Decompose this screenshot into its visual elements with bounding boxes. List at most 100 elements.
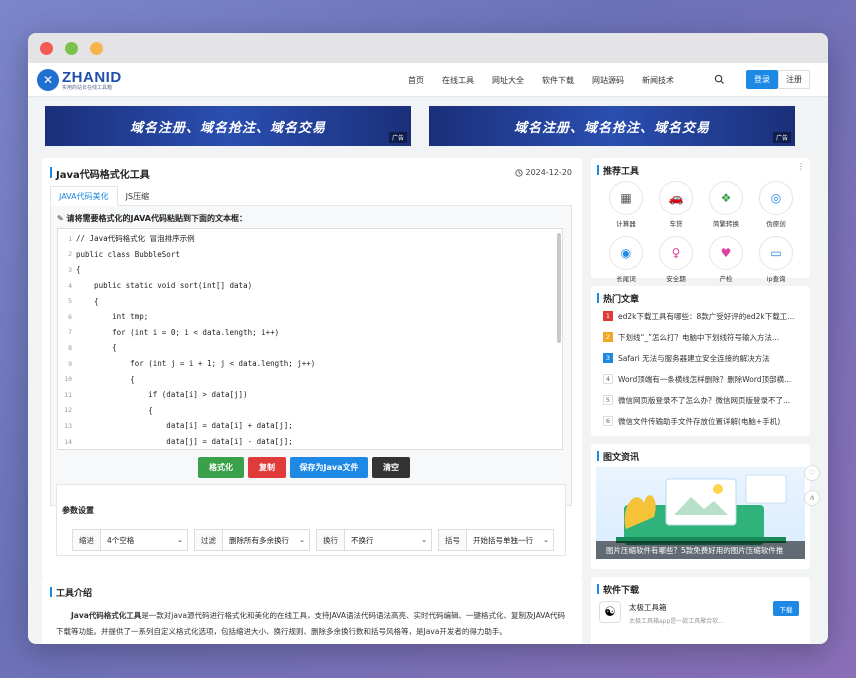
copy-button[interactable]: 复制 (248, 457, 286, 478)
line-number: 9 (68, 359, 72, 368)
filter-select[interactable]: 过滤 删除所有多余换行 ⌄ (194, 529, 310, 551)
more-icon[interactable]: ⋮ (797, 162, 805, 171)
tool-item[interactable]: 🚗 车贷 (651, 181, 701, 228)
tool-icon: ❖ (709, 181, 743, 215)
picture-news-panel: 图文资讯 图片压缩软件有哪些？5款免费好用的图片压缩软件推 (591, 444, 810, 569)
code-editor[interactable]: 1 // Java代码格式化 冒泡排序示例 2 public class Bubble… (57, 228, 563, 450)
ad-label: 广告 (772, 132, 791, 143)
article-title: Safari 无法与服务器建立安全连接的解决方法 (618, 353, 770, 363)
nav-item-directory[interactable]: 网址大全 (492, 75, 524, 86)
params-title: 参数设置 (62, 506, 94, 515)
page-title: Java代码格式化工具 (50, 166, 150, 181)
software-item[interactable]: ☯ 太极工具箱 太极工具箱app是一款工具聚合软... (599, 601, 724, 625)
rank-badge: 6 (603, 416, 613, 426)
indent-select[interactable]: 缩进 4个空格 ⌄ (72, 529, 188, 551)
bracket-select[interactable]: 括号 开始括号单独一行 ⌄ (438, 529, 554, 551)
tool-item[interactable]: ◎ 伪原创 (751, 181, 801, 228)
tab-content: ✎ 请将需要格式化的JAVA代码粘贴到下面的文本框： 1 // Java代码格式化… (50, 206, 572, 506)
tool-label: 产检 (719, 275, 733, 283)
code-line: 5 { (58, 293, 99, 309)
select-value: 开始括号单独一行 (473, 535, 533, 545)
tool-item[interactable]: ◉ 长尾词 (601, 236, 651, 283)
news-image[interactable]: 图片压缩软件有哪些？5款免费好用的图片压缩软件推 (596, 467, 805, 559)
tool-label: 计算器 (616, 220, 636, 228)
format-button[interactable]: 格式化 (198, 457, 244, 478)
select-label: 过滤 (195, 530, 223, 550)
rank-badge: 2 (603, 332, 613, 342)
hot-article-item[interactable]: 5 微信网页版登录不了怎么办？微信网页版登录不了... (603, 393, 803, 407)
line-number: 11 (64, 390, 72, 399)
code-text: int tmp; (76, 312, 149, 322)
linebreak-select[interactable]: 换行 不换行 ⌄ (316, 529, 432, 551)
tool-item[interactable]: ♀ 安全期 (651, 236, 701, 283)
hot-article-item[interactable]: 4 Word顶端有一条横线怎样删除？删除Word顶部横... (603, 372, 803, 386)
tool-item[interactable]: ❖ 简繁转换 (701, 181, 751, 228)
hot-article-item[interactable]: 2 下划线“_”怎么打？电脑中下划线符号输入方法... (603, 330, 803, 344)
site-logo[interactable]: ✕ ZHANID 实用的站长在线工具箱 (37, 69, 122, 91)
select-value: 删除所有多余换行 (229, 535, 289, 545)
intro-text: Java代码格式化工具是一款对java源代码进行格式化和美化的在线工具，支持JA… (56, 608, 570, 640)
chevron-down-icon: ⌄ (421, 536, 427, 544)
ad-banner-left[interactable]: 域名注册、域名抢注、域名交易 广告 (45, 106, 411, 146)
intro-strong: Java代码格式化工具 (71, 611, 142, 620)
code-text: data[j] = data[i] - data[j]; (76, 437, 293, 447)
tool-panel: Java代码格式化工具 2024-12-20 JAVA代码美化 JS压缩 ✎ 请… (42, 158, 582, 578)
like-icon[interactable]: ♡ (804, 465, 820, 481)
close-window-button[interactable] (40, 41, 53, 55)
code-text: public static void sort(int[] data) (76, 281, 253, 291)
tool-label: 简繁转换 (713, 220, 739, 228)
browser-window: ✕ ZHANID 实用的站长在线工具箱 首页 在线工具 网址大全 软件下载 网站… (28, 33, 828, 644)
hot-articles-panel: 热门文章 1 ed2k下载工具有哪些：8款广受好评的ed2k下载工... 2 下划线“… (591, 286, 810, 436)
picture-news-title: 图文资讯 (596, 450, 639, 463)
download-button[interactable]: 下载 (773, 601, 799, 616)
clear-button[interactable]: 清空 (372, 457, 410, 478)
code-line: 3{ (58, 262, 80, 278)
login-button[interactable]: 登录 (746, 70, 778, 89)
nav-item-software[interactable]: 软件下载 (542, 75, 574, 86)
code-line: 11 if (data[i] > data[j]) (58, 387, 247, 403)
editor-scrollbar[interactable] (557, 233, 561, 343)
article-title: ed2k下载工具有哪些：8款广受好评的ed2k下载工... (618, 311, 795, 321)
code-text: for (int i = 0; i < data.length; i++) (76, 327, 280, 337)
tab-java-beautify[interactable]: JAVA代码美化 (50, 186, 118, 206)
taiji-icon: ☯ (599, 601, 621, 623)
maximize-window-button[interactable] (90, 41, 103, 55)
search-icon[interactable] (714, 74, 725, 85)
instruction-text: 请将需要格式化的JAVA代码粘贴到下面的文本框： (66, 214, 247, 223)
article-title: 微信网页版登录不了怎么办？微信网页版登录不了... (618, 395, 791, 405)
tool-item[interactable]: ♥ 产检 (701, 236, 751, 283)
nav-item-news[interactable]: 新闻技术 (642, 75, 674, 86)
news-caption[interactable]: 图片压缩软件有哪些？5款免费好用的图片压缩软件推 (596, 541, 805, 559)
register-button[interactable]: 注册 (778, 70, 810, 89)
save-java-file-button[interactable]: 保存为Java文件 (290, 457, 368, 478)
code-line: 10 { (58, 371, 135, 387)
top-navigation: ✕ ZHANID 实用的站长在线工具箱 首页 在线工具 网址大全 软件下载 网站… (28, 63, 828, 97)
hot-article-item[interactable]: 6 微信文件传输助手文件存放位置详解(电脑+手机) (603, 414, 803, 428)
line-number: 4 (68, 281, 72, 290)
action-buttons: 格式化 复制 保存为Java文件 清空 (198, 457, 410, 478)
nav-item-online-tools[interactable]: 在线工具 (442, 75, 474, 86)
nav-item-home[interactable]: 首页 (408, 75, 424, 86)
ad-banner-right[interactable]: 域名注册、域名抢注、域名交易 广告 (429, 106, 795, 146)
code-line: 7 for (int i = 0; i < data.length; i++) (58, 325, 279, 341)
clock-icon (514, 168, 523, 177)
code-line: 4 public static void sort(int[] data) (58, 278, 252, 294)
intro-title: 工具介绍 (49, 586, 92, 599)
tool-item[interactable]: ▭ ip查询 (751, 236, 801, 283)
hot-articles-title: 热门文章 (596, 292, 639, 305)
code-text: { (76, 374, 135, 384)
share-icon[interactable]: ⋔ (804, 490, 820, 506)
line-number: 12 (64, 406, 72, 415)
software-name: 太极工具箱 (629, 603, 667, 612)
minimize-window-button[interactable] (65, 41, 78, 55)
tool-icon: ♀ (659, 236, 693, 270)
chevron-down-icon: ⌄ (177, 536, 183, 544)
hot-article-item[interactable]: 3 Safari 无法与服务器建立安全连接的解决方法 (603, 351, 803, 365)
rank-badge: 1 (603, 311, 613, 321)
tab-js-compress[interactable]: JS压缩 (118, 186, 157, 206)
article-title: Word顶端有一条横线怎样删除？删除Word顶部横... (618, 374, 792, 384)
hot-article-item[interactable]: 1 ed2k下载工具有哪些：8款广受好评的ed2k下载工... (603, 309, 803, 323)
tool-icon: ▭ (759, 236, 793, 270)
nav-item-source-code[interactable]: 网站源码 (592, 75, 624, 86)
tool-item[interactable]: ▦ 计算器 (601, 181, 651, 228)
